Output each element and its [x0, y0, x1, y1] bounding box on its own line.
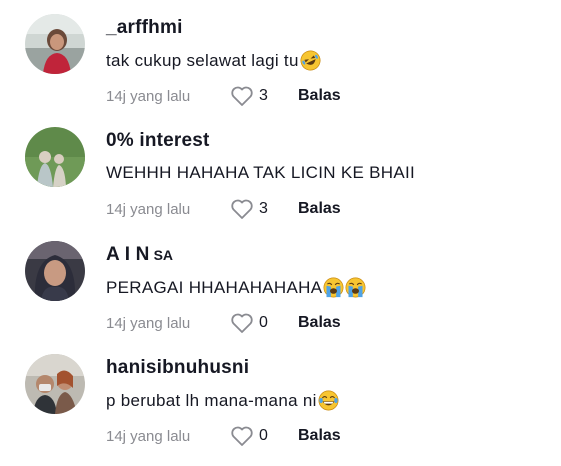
- rolling-laughing-emoji: [300, 50, 321, 71]
- like-count: 0: [259, 427, 268, 444]
- avatar[interactable]: [25, 241, 85, 301]
- comment-username[interactable]: _arffhmi: [106, 17, 183, 39]
- comment-meta: 14j yang lalu 0 Balas: [106, 312, 341, 334]
- username-suffix: SA: [153, 247, 174, 263]
- comment-username[interactable]: A I N SA: [106, 244, 173, 266]
- comment-item: _arffhmi tak cukup selawat lagi tu 14j y…: [0, 0, 561, 113]
- like-button[interactable]: 3: [230, 198, 298, 220]
- reply-button[interactable]: Balas: [298, 427, 341, 445]
- comment-timestamp: 14j yang lalu: [106, 427, 191, 445]
- comment-text: tak cukup selawat lagi tu: [106, 50, 321, 71]
- comment-text: WEHHH HAHAHA TAK LICIN KE BHAII: [106, 163, 416, 182]
- comment-item: 0% interest WEHHH HAHAHA TAK LICIN KE BH…: [0, 113, 561, 226]
- heart-outline-icon: [230, 312, 254, 334]
- comment-username[interactable]: hanisibnuhusni: [106, 357, 249, 379]
- like-button[interactable]: 3: [230, 85, 298, 107]
- comment-meta: 14j yang lalu 0 Balas: [106, 425, 341, 447]
- avatar[interactable]: [25, 14, 85, 74]
- reply-button[interactable]: Balas: [298, 314, 341, 332]
- heart-outline-icon: [230, 198, 254, 220]
- heart-outline-icon: [230, 425, 254, 447]
- avatar[interactable]: [25, 354, 85, 414]
- comment-meta: 14j yang lalu 3 Balas: [106, 85, 341, 107]
- comment-item: A I N SA PERAGAI HHAHAHAHAHA 14j yang la…: [0, 227, 561, 340]
- like-count: 3: [259, 200, 268, 217]
- like-count: 3: [259, 87, 268, 104]
- comment-username[interactable]: 0% interest: [106, 130, 210, 152]
- loudly-crying-emoji: [323, 277, 344, 298]
- comment-text: PERAGAI HHAHAHAHAHA: [106, 277, 366, 298]
- reply-button[interactable]: Balas: [298, 200, 341, 218]
- like-count: 0: [259, 314, 268, 331]
- like-button[interactable]: 0: [230, 425, 298, 447]
- comment-timestamp: 14j yang lalu: [106, 87, 191, 105]
- comment-timestamp: 14j yang lalu: [106, 314, 191, 332]
- comment-text: p berubat lh mana-mana ni: [106, 390, 339, 411]
- reply-button[interactable]: Balas: [298, 87, 341, 105]
- comment-timestamp: 14j yang lalu: [106, 200, 191, 218]
- avatar[interactable]: [25, 127, 85, 187]
- loudly-crying-emoji: [345, 277, 366, 298]
- tears-of-joy-emoji: [318, 390, 339, 411]
- like-button[interactable]: 0: [230, 312, 298, 334]
- heart-outline-icon: [230, 85, 254, 107]
- comment-item: hanisibnuhusni p berubat lh mana-mana ni…: [0, 340, 561, 453]
- comment-meta: 14j yang lalu 3 Balas: [106, 198, 341, 220]
